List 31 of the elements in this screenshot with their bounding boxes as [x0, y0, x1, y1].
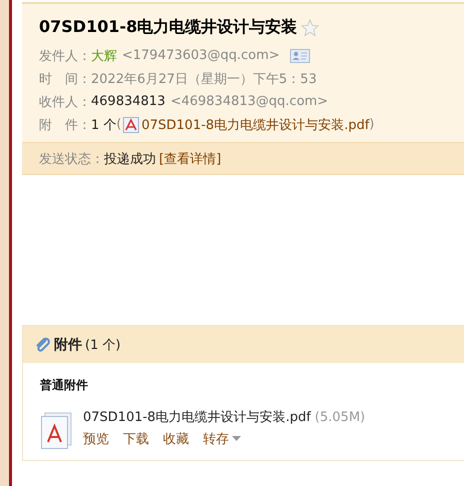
mail-subject: 07SD101-8电力电缆井设计与安装: [39, 17, 298, 38]
caret-icon: [232, 436, 241, 442]
recipient-address: <469834813@qq.com>: [170, 94, 328, 109]
field-label: 时 间：: [39, 70, 91, 88]
attachments-title: 附件: [54, 336, 82, 354]
sender-address: <179473603@qq.com>: [122, 48, 280, 63]
field-label: 发件人：: [39, 48, 91, 64]
contact-card-icon: [290, 48, 310, 62]
status-value: 投递成功: [104, 150, 156, 168]
action-link[interactable]: 收藏: [163, 430, 189, 448]
pdf-file-icon: [40, 412, 74, 450]
file-name: 07SD101-8电力电缆井设计与安装.pdf: [83, 410, 311, 425]
pdf-icon: [123, 116, 140, 132]
parenthesis: (: [116, 117, 122, 132]
details-link[interactable]: [查看详情]: [159, 150, 222, 168]
field-label: 附 件：: [39, 116, 91, 134]
file-size: (5.05M): [314, 410, 366, 425]
attachment-count: 1 个: [91, 116, 116, 134]
field-value: 2022年6月27日（星期一）下午5：53: [91, 70, 317, 88]
action-link[interactable]: 预览: [83, 430, 109, 448]
action-link[interactable]: 下载: [123, 430, 149, 448]
save-to-menu[interactable]: 转存: [203, 430, 241, 448]
parenthesis: ): [369, 117, 374, 132]
attachments-count: (1 个): [85, 336, 121, 354]
status-label: 发送状态：: [39, 150, 104, 168]
field-label: 收件人：: [39, 94, 91, 110]
section-title: 普通附件: [40, 377, 89, 394]
paperclip-icon: [35, 336, 51, 352]
recipient-name: 469834813: [91, 94, 166, 109]
attachment-link[interactable]: 07SD101-8电力电缆井设计与安装.pdf: [141, 116, 370, 134]
star-icon[interactable]: [301, 18, 320, 36]
